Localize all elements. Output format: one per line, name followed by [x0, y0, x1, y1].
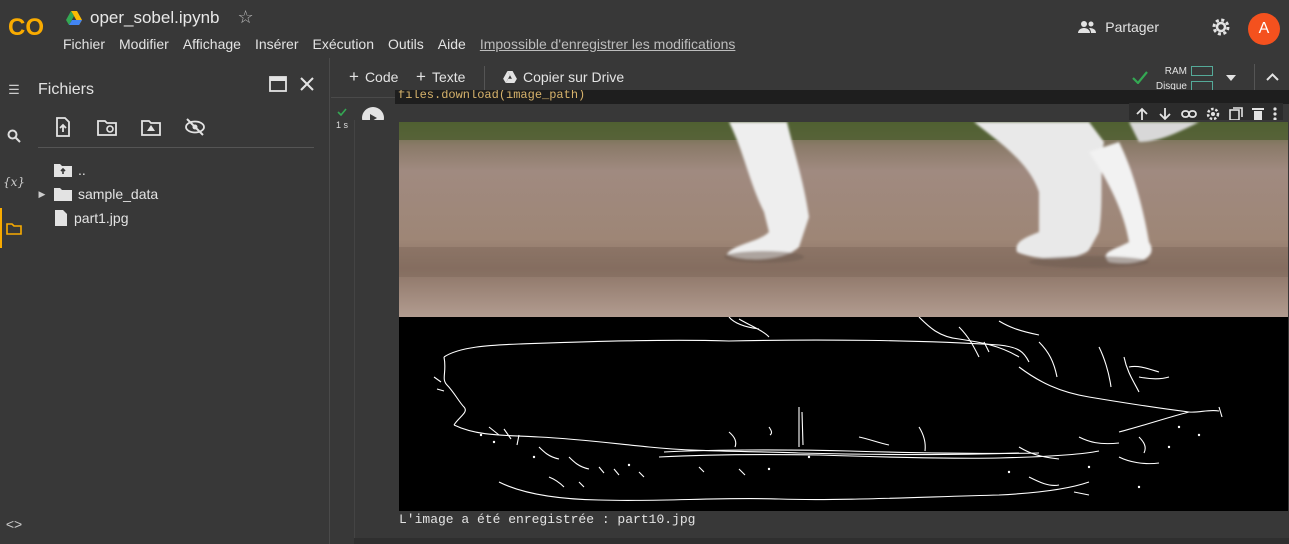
table-of-contents-icon[interactable]: ☰: [4, 80, 24, 100]
add-text-label: Texte: [431, 69, 466, 85]
notebook-main: files.download(image_path) 1 s L'image a…: [331, 90, 1289, 544]
files-panel-title: Fichiers: [38, 81, 95, 98]
menu-affichage[interactable]: Affichage: [183, 36, 241, 52]
file-icon: [55, 210, 67, 226]
chevron-down-icon[interactable]: [1226, 75, 1236, 81]
delete-icon[interactable]: [1252, 107, 1264, 121]
refresh-folder-icon[interactable]: [96, 116, 118, 138]
top-bar: CO oper_sobel.ipynb ☆ Fichier Modifier A…: [0, 0, 1289, 58]
share-button[interactable]: Partager: [1077, 19, 1159, 35]
notebook-title[interactable]: oper_sobel.ipynb: [90, 8, 219, 28]
code-snippets-icon[interactable]: <>: [4, 514, 24, 534]
files-panel: Fichiers .. ▶ sample_data part1.jpg: [28, 58, 330, 544]
add-code-button[interactable]: + Code: [349, 67, 399, 86]
upload-file-icon[interactable]: [52, 116, 74, 138]
menu-execution[interactable]: Exécution: [313, 36, 374, 52]
colab-logo[interactable]: CO: [8, 12, 48, 42]
menu-outils[interactable]: Outils: [388, 36, 424, 52]
caret-right-icon[interactable]: ▶: [36, 189, 48, 200]
tree-item-parent[interactable]: ..: [36, 158, 158, 182]
variables-icon[interactable]: {x}: [3, 172, 25, 192]
close-icon[interactable]: [299, 76, 315, 92]
svg-text:CO: CO: [8, 14, 44, 41]
code-editor[interactable]: files.download(image_path): [395, 90, 1289, 104]
copy-to-drive-button[interactable]: Copier sur Drive: [503, 69, 624, 85]
drive-icon: [66, 10, 82, 25]
arrow-up-icon[interactable]: [1135, 107, 1149, 121]
add-code-label: Code: [364, 69, 399, 85]
mount-drive-icon[interactable]: [140, 116, 162, 138]
share-label: Partager: [1105, 19, 1159, 35]
output-image-original: [399, 122, 1288, 317]
more-vert-icon[interactable]: [1273, 107, 1277, 121]
folder-rail-icon[interactable]: [4, 218, 24, 238]
star-icon[interactable]: ☆: [237, 7, 253, 28]
settings-gear-icon[interactable]: [1211, 17, 1231, 37]
left-rail: ☰ {x} <>: [0, 58, 28, 544]
menu-bar: Fichier Modifier Affichage Insérer Exécu…: [63, 36, 749, 52]
tree-item-part1[interactable]: part1.jpg: [36, 206, 158, 230]
tree-item-sample-data[interactable]: ▶ sample_data: [36, 182, 159, 206]
ram-bar: [1191, 66, 1213, 77]
cell-output: L'image a été enregistrée : part10.jpg: [354, 120, 1289, 538]
menu-fichier[interactable]: Fichier: [63, 36, 105, 52]
plus-icon: +: [416, 67, 426, 86]
connected-check-icon: [1132, 71, 1148, 84]
add-text-button[interactable]: + Texte: [416, 67, 466, 86]
link-icon[interactable]: [1181, 107, 1197, 121]
people-icon: [1078, 21, 1097, 33]
chevron-up-icon[interactable]: [1266, 73, 1279, 81]
cell-settings-icon[interactable]: [1206, 107, 1220, 121]
ram-label: RAM: [1164, 66, 1187, 77]
tree-item-label: part1.jpg: [74, 210, 129, 226]
active-indicator: [0, 208, 2, 248]
toolbar-divider: [1254, 64, 1255, 92]
output-image-edges: [399, 317, 1288, 511]
hide-hidden-files-icon[interactable]: [184, 116, 206, 138]
arrow-down-icon[interactable]: [1158, 107, 1172, 121]
plus-icon: +: [349, 67, 359, 86]
output-text: L'image a été enregistrée : part10.jpg: [399, 512, 696, 527]
save-warning-link[interactable]: Impossible d'enregistrer les modificatio…: [480, 36, 736, 52]
panel-divider: [38, 147, 314, 148]
folder-icon: [54, 188, 72, 201]
search-icon[interactable]: [4, 126, 24, 146]
avatar[interactable]: A: [1248, 13, 1280, 45]
cell-bottom-shade: [354, 538, 1289, 544]
toolbar-divider: [484, 66, 485, 90]
copy-to-drive-label: Copier sur Drive: [523, 69, 625, 85]
menu-modifier[interactable]: Modifier: [119, 36, 169, 52]
exec-time: 1 s: [336, 120, 349, 130]
mirror-cell-icon[interactable]: [1229, 107, 1243, 121]
menu-aide[interactable]: Aide: [438, 36, 466, 52]
folder-up-icon: [54, 164, 72, 177]
drive-icon: [503, 71, 517, 83]
open-in-tab-icon[interactable]: [269, 76, 287, 92]
file-tree: .. ▶ sample_data part1.jpg: [36, 158, 158, 230]
exec-check-icon: [337, 108, 347, 116]
tree-item-label: ..: [78, 162, 86, 178]
menu-inserer[interactable]: Insérer: [255, 36, 299, 52]
tree-item-label: sample_data: [78, 186, 159, 202]
